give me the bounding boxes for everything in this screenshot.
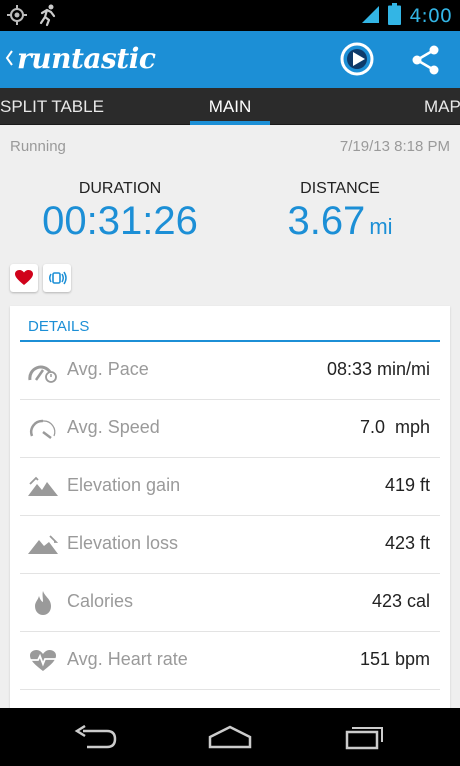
detail-row-avg-pace: Avg. Pace 08:33 min/mi	[20, 342, 440, 400]
detail-value: 423 cal	[371, 591, 430, 611]
duration-value: 00:31:26	[42, 199, 198, 243]
detail-row-elevation-loss: Elevation loss 423 ft	[20, 516, 440, 574]
detail-row-avg-speed: Avg. Speed 7.0 mph	[20, 400, 440, 458]
details-card: DETAILS Avg. Pace 08:33 min/mi Avg. Spee…	[10, 306, 450, 716]
status-bar: 4:00	[0, 0, 460, 31]
runner-notification-icon	[36, 3, 60, 31]
nav-home-icon[interactable]	[207, 722, 253, 752]
heart-icon[interactable]	[10, 264, 38, 292]
detail-row-elevation-gain: Elevation gain 419 ft	[20, 458, 440, 516]
app-logo[interactable]: runtastic	[17, 39, 156, 79]
activity-type: Running	[10, 138, 66, 155]
detail-label: Avg. Speed	[67, 417, 160, 437]
detail-label: Avg. Pace	[67, 359, 149, 379]
back-chevron-icon[interactable]	[4, 49, 14, 71]
detail-row-calories: Calories 423 cal	[20, 574, 440, 632]
activity-date: 7/19/13 8:18 PM	[339, 138, 450, 155]
distance-value: 3.67 mi	[240, 199, 440, 244]
tab-map[interactable]: MAP	[424, 88, 460, 125]
detail-label: Avg. Heart rate	[67, 649, 188, 669]
heart-rate-icon	[28, 647, 58, 675]
distance-number: 3.67	[287, 199, 366, 243]
sensor-icon[interactable]	[43, 264, 71, 292]
share-icon[interactable]	[410, 44, 442, 76]
flame-icon	[28, 589, 58, 617]
tab-split-table[interactable]: SPLIT TABLE	[0, 88, 104, 125]
battery-icon	[388, 3, 402, 29]
play-circle-icon[interactable]	[340, 42, 374, 76]
tab-selected-indicator	[190, 121, 270, 125]
elevation-loss-icon	[28, 531, 58, 559]
status-time: 4:00	[409, 4, 452, 27]
distance-label: DISTANCE	[300, 180, 380, 197]
detail-value: 08:33 min/mi	[326, 359, 430, 379]
detail-label: Elevation gain	[67, 475, 181, 495]
nav-back-icon[interactable]	[72, 722, 118, 752]
elevation-gain-icon	[28, 473, 58, 501]
detail-value: 7.0 mph	[359, 417, 430, 437]
detail-value: 423 ft	[384, 533, 430, 553]
detail-label: Elevation loss	[67, 533, 179, 553]
details-title: DETAILS	[28, 318, 90, 335]
speedometer-icon	[28, 415, 58, 443]
navigation-bar	[0, 708, 460, 766]
gps-icon	[6, 3, 28, 31]
distance-unit: mi	[369, 214, 393, 239]
detail-value: 419 ft	[384, 475, 430, 495]
nav-recents-icon[interactable]	[342, 722, 388, 752]
signal-icon	[360, 4, 380, 28]
detail-row-avg-heart-rate: Avg. Heart rate 151 bpm	[20, 632, 440, 690]
action-bar: runtastic	[0, 31, 460, 88]
tab-bar: SPLIT TABLE MAIN MAP	[0, 88, 460, 125]
duration-label: DURATION	[78, 180, 162, 197]
pace-icon	[28, 357, 58, 385]
tab-main[interactable]: MAIN	[190, 88, 270, 125]
detail-value: 151 bpm	[359, 649, 430, 669]
detail-label: Calories	[67, 591, 134, 611]
